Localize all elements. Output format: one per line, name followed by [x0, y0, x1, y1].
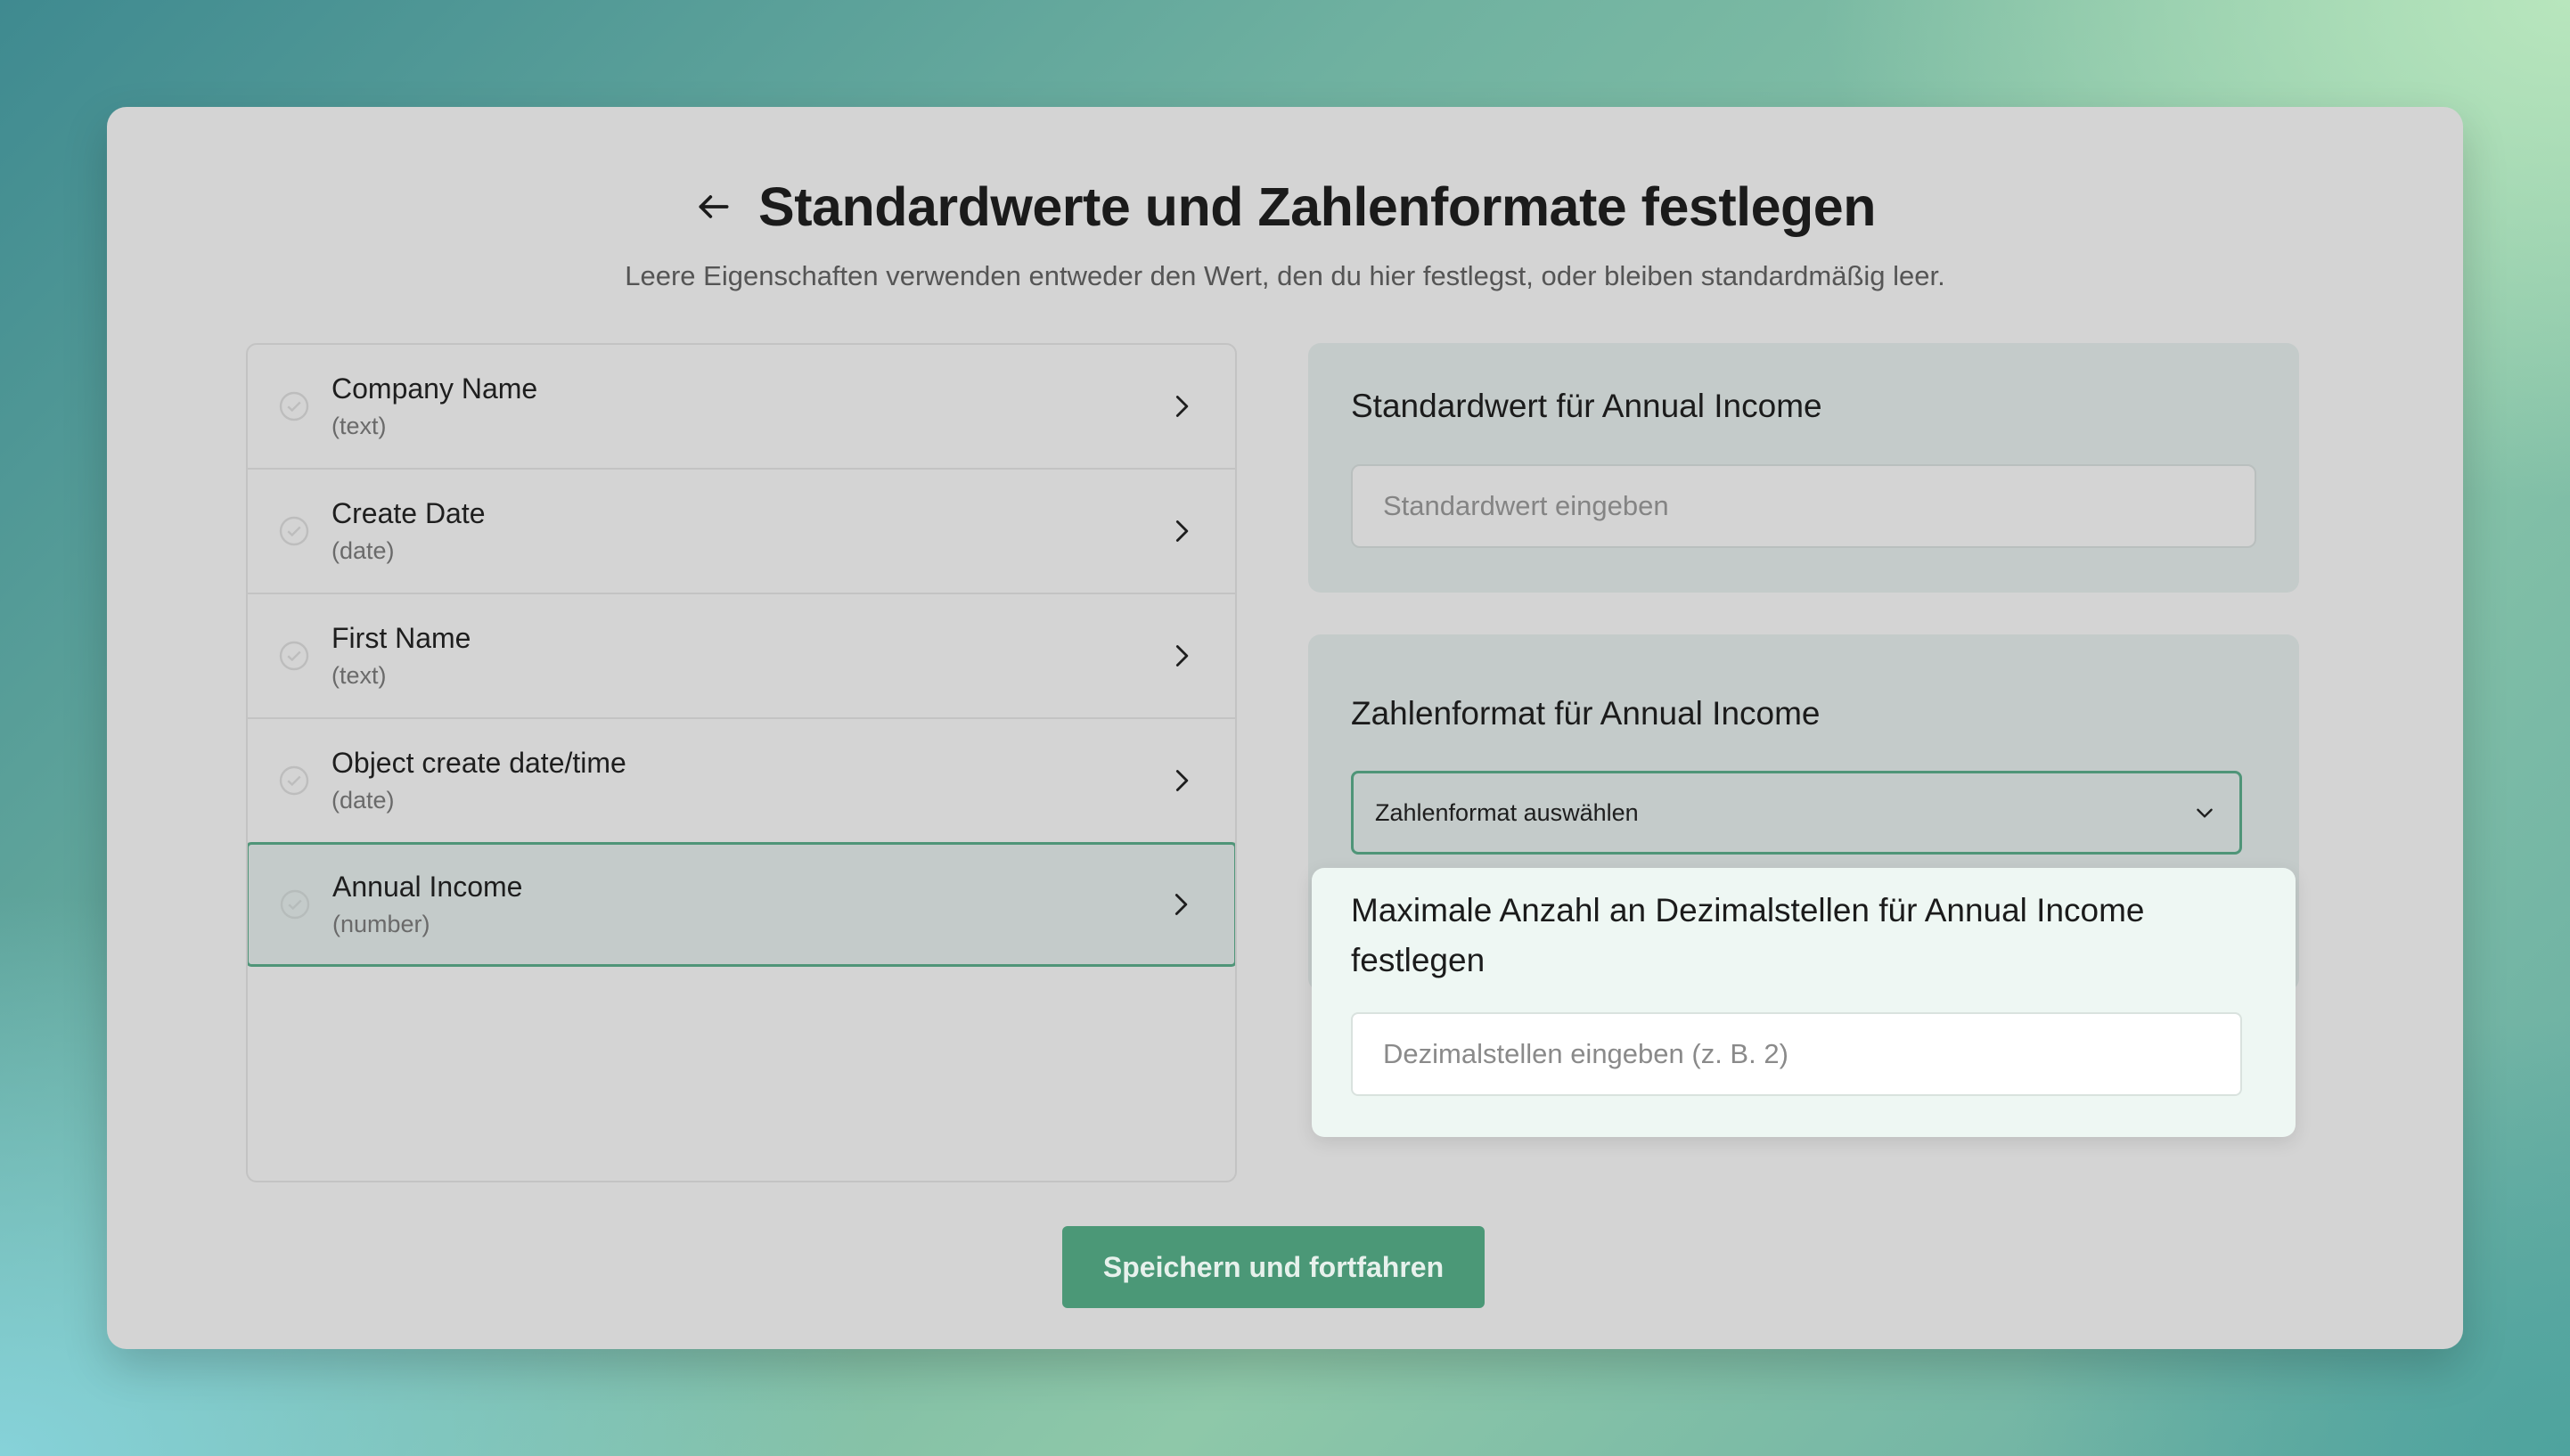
property-type: (text): [331, 662, 387, 689]
property-type: (date): [331, 537, 395, 564]
default-value-title: Standardwert für Annual Income: [1351, 388, 1822, 424]
decimal-places-popup: Maximale Anzahl an Dezimalstellen für An…: [1312, 868, 2296, 1137]
chevron-right-icon: [1175, 770, 1189, 791]
default-value-panel: Standardwert für Annual Income Standardw…: [1308, 343, 2299, 593]
dialog-card: Standardwerte und Zahlenformate festlege…: [107, 107, 2463, 1349]
property-type: (text): [331, 413, 387, 439]
list-item-create-date[interactable]: Create Date (date): [248, 470, 1235, 594]
decimal-places-title: Maximale Anzahl an Dezimalstellen für An…: [1351, 892, 2145, 978]
save-and-continue-button[interactable]: Speichern und fortfahren: [1062, 1226, 1485, 1308]
check-circle-icon: [280, 889, 310, 920]
chevron-right-icon: [1175, 520, 1189, 542]
list-item-text: Create Date (date): [331, 494, 486, 568]
list-item-text: Company Name (text): [331, 369, 537, 444]
title-row: Standardwerte und Zahlenformate festlege…: [107, 162, 2463, 251]
chevron-right-icon: [1175, 894, 1188, 915]
decimal-places-input[interactable]: Dezimalstellen eingeben (z. B. 2): [1351, 1012, 2242, 1096]
check-circle-icon: [279, 641, 309, 671]
list-item-object-create-datetime[interactable]: Object create date/time (date): [248, 719, 1235, 844]
header: Standardwerte und Zahlenformate festlege…: [107, 162, 2463, 292]
property-type: (number): [332, 911, 430, 937]
chevron-right-icon: [1175, 396, 1189, 417]
page-title: Standardwerte und Zahlenformate festlege…: [758, 176, 1876, 237]
default-value-input[interactable]: Standardwert eingeben: [1351, 464, 2256, 548]
list-item-annual-income[interactable]: Annual Income (number): [248, 842, 1235, 967]
property-name: First Name: [331, 622, 471, 654]
list-item-text: Annual Income (number): [332, 867, 522, 942]
property-type: (date): [331, 787, 395, 814]
arrow-left-icon[interactable]: [694, 187, 733, 226]
property-name: Create Date: [331, 497, 486, 529]
page-subtitle: Leere Eigenschaften verwenden entweder d…: [625, 260, 1945, 291]
chevron-down-icon: [2197, 808, 2213, 818]
property-name: Object create date/time: [331, 747, 626, 779]
chevron-right-icon: [1175, 645, 1189, 667]
number-format-select[interactable]: Zahlenformat auswählen: [1351, 771, 2242, 855]
check-circle-icon: [279, 391, 309, 421]
list-item-text: First Name (text): [331, 618, 471, 693]
property-name: Annual Income: [332, 871, 523, 903]
check-circle-icon: [279, 516, 309, 546]
list-item-text: Object create date/time (date): [331, 743, 626, 818]
check-circle-icon: [279, 765, 309, 796]
list-item-first-name[interactable]: First Name (text): [248, 594, 1235, 719]
property-list: Company Name (text) Create Date (date) F…: [246, 343, 1237, 1182]
property-name: Company Name: [331, 372, 538, 405]
list-item-company-name[interactable]: Company Name (text): [248, 345, 1235, 470]
number-format-select-value: Zahlenformat auswählen: [1375, 798, 1639, 826]
number-format-title: Zahlenformat für Annual Income: [1351, 695, 1821, 732]
